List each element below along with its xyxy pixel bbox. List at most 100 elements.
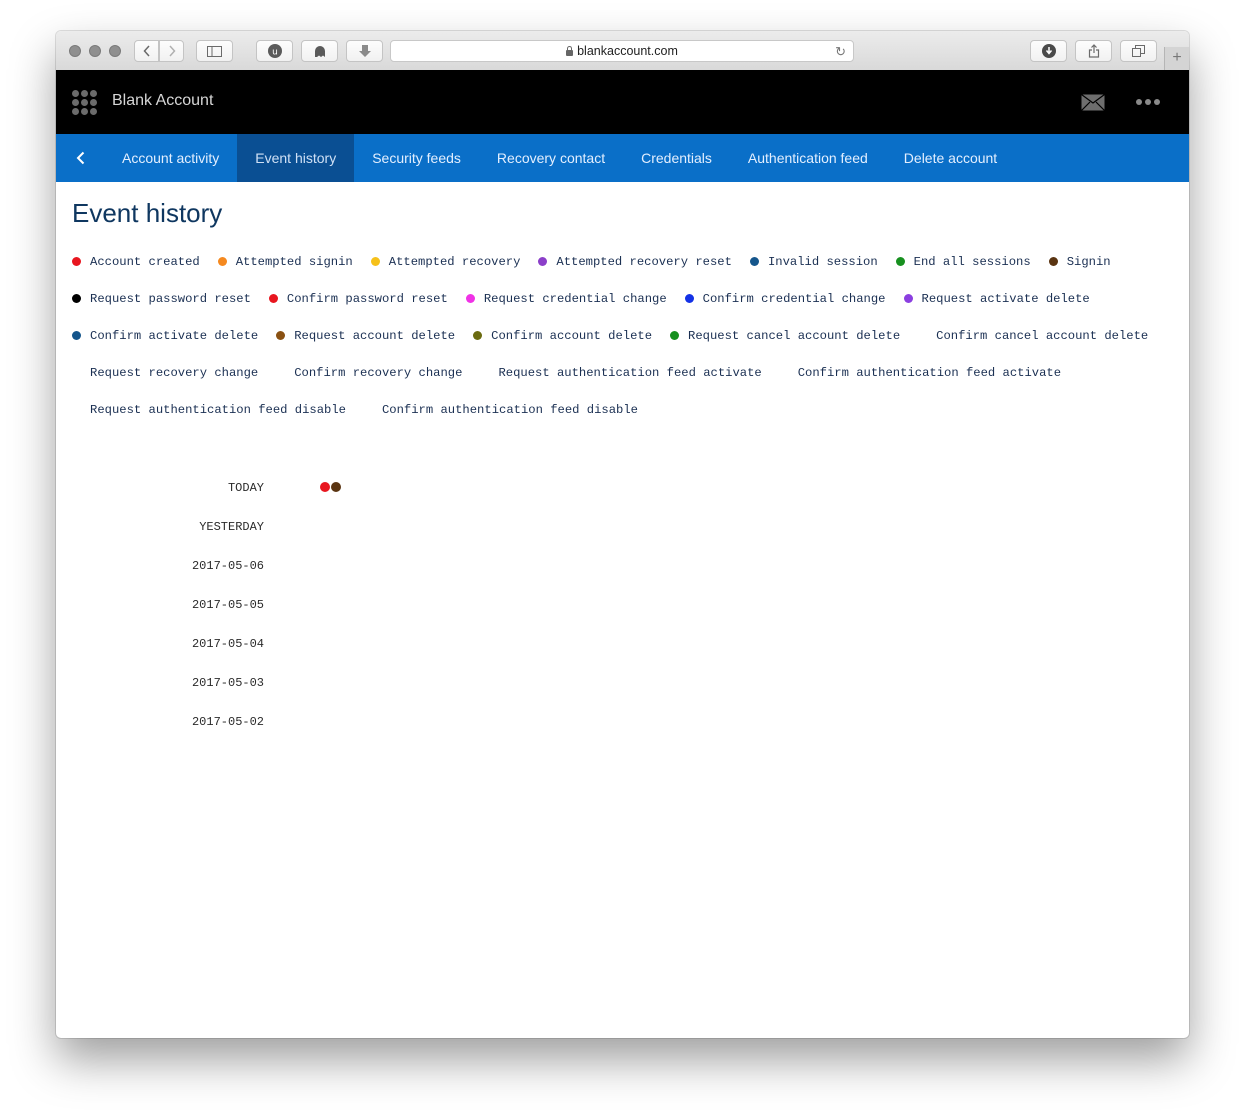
- tab-event-history[interactable]: Event history: [237, 134, 355, 182]
- legend-color-dot: [684, 294, 694, 303]
- legend-color-dot: [217, 257, 227, 266]
- timeline-row: YESTERDAY: [56, 511, 1189, 550]
- nav-back-button[interactable]: [56, 134, 104, 182]
- timeline-date-label: TODAY: [227, 481, 264, 495]
- event-timeline: TODAY YESTERDAY 2017-05-06 2017-05-05 2017-0…: [56, 472, 1189, 745]
- legend-color-dot: [749, 257, 759, 266]
- legend-item: Request credential change: [465, 291, 667, 306]
- legend-label: Confirm activate delete: [90, 328, 259, 343]
- legend-label: Attempted signin: [235, 254, 353, 269]
- forward-button[interactable]: [159, 40, 184, 62]
- legend-color-dot: [370, 257, 380, 266]
- tab-recovery-contact[interactable]: Recovery contact: [479, 134, 623, 182]
- tab-account-activity[interactable]: Account activity: [104, 134, 237, 182]
- legend-label: End all sessions: [913, 254, 1031, 269]
- timeline-row: 2017-05-03: [56, 667, 1189, 706]
- arrow-down-icon: [358, 45, 371, 57]
- back-button[interactable]: [134, 40, 159, 62]
- legend-item: Confirm password reset: [268, 291, 448, 306]
- ghostery-extension-button[interactable]: [301, 40, 338, 62]
- legend-label: Confirm authentication feed disable: [381, 402, 638, 417]
- legend-item: Request account delete: [276, 328, 455, 343]
- lock-icon: [566, 46, 574, 56]
- legend-item: Attempted signin: [217, 254, 353, 269]
- legend-color-dot: [903, 294, 913, 303]
- event-dot[interactable]: [320, 482, 330, 492]
- legend-row: Account created Attempted signin Attempted…: [72, 254, 1172, 291]
- legend-color-dot: [670, 331, 680, 340]
- timeline-row: 2017-05-05: [56, 589, 1189, 628]
- address-bar[interactable]: blankaccount.com ↻: [390, 40, 854, 62]
- legend-color-dot: [72, 368, 81, 377]
- timeline-date-label: 2017-05-06: [191, 559, 264, 573]
- legend-label: Confirm authentication feed activate: [797, 365, 1062, 380]
- legend-item: Attempted recovery: [370, 254, 521, 269]
- tabs-overview-button[interactable]: [1120, 40, 1157, 62]
- legend-row: Confirm activate delete Request account d…: [72, 328, 1172, 365]
- legend-label: Request credential change: [483, 291, 667, 306]
- legend-label: Request cancel account delete: [688, 328, 901, 343]
- legend-color-dot: [473, 331, 483, 340]
- tab-delete-account[interactable]: Delete account: [886, 134, 1015, 182]
- legend-label: Request authentication feed disable: [90, 402, 346, 417]
- share-button[interactable]: [1075, 40, 1112, 62]
- timeline-date-label: 2017-05-04: [191, 637, 264, 651]
- share-icon: [1088, 44, 1099, 58]
- legend-label: Attempted recovery reset: [556, 254, 732, 269]
- new-tab-button[interactable]: +: [1164, 47, 1189, 70]
- minimize-window-button[interactable]: [89, 45, 101, 57]
- legend-label: Confirm password reset: [286, 291, 448, 306]
- legend-item: Request authentication feed activate: [480, 365, 761, 380]
- ublock-extension-button[interactable]: u: [256, 40, 293, 62]
- legend-label: Confirm recovery change: [294, 365, 463, 380]
- legend-label: Confirm account delete: [491, 328, 653, 343]
- zoom-window-button[interactable]: [109, 45, 121, 57]
- tab-credentials[interactable]: Credentials: [623, 134, 730, 182]
- legend-item: Invalid session: [749, 254, 878, 269]
- legend-label: Confirm cancel account delete: [936, 328, 1149, 343]
- legend-label: Request recovery change: [90, 365, 259, 380]
- ghost-icon: [314, 45, 325, 57]
- timeline-date-label: YESTERDAY: [199, 520, 264, 534]
- sidebar-icon: [207, 45, 222, 57]
- legend-item: Request recovery change: [72, 365, 258, 380]
- tab-security-feeds[interactable]: Security feeds: [354, 134, 479, 182]
- legend-color-dot: [538, 257, 548, 266]
- legend-color-dot: [1048, 257, 1058, 266]
- page-title: Event history: [72, 198, 223, 228]
- legend-label: Invalid session: [767, 254, 878, 269]
- more-options-icon[interactable]: [1136, 99, 1160, 105]
- ublock-icon: u: [267, 44, 282, 58]
- timeline-row: TODAY: [56, 472, 1189, 511]
- close-window-button[interactable]: [69, 45, 81, 57]
- sidebar-button[interactable]: [196, 40, 233, 62]
- legend-label: Signin: [1066, 254, 1111, 269]
- timeline-date-label: 2017-05-02: [191, 715, 264, 729]
- event-legend: Account created Attempted signin Attempted…: [72, 254, 1172, 439]
- legend-color-dot: [72, 405, 81, 414]
- event-dot[interactable]: [331, 482, 341, 492]
- tab-authentication-feed[interactable]: Authentication feed: [730, 134, 886, 182]
- downloads-button[interactable]: [1030, 40, 1067, 62]
- legend-label: Request authentication feed activate: [498, 365, 762, 380]
- legend-row: Request authentication feed disable Confi…: [72, 402, 1172, 439]
- legend-color-dot: [465, 294, 475, 303]
- legend-row: Request password reset Confirm password r…: [72, 291, 1172, 328]
- download-extension-button[interactable]: [346, 40, 383, 62]
- legend-label: Attempted recovery: [388, 254, 521, 269]
- legend-color-dot: [780, 368, 789, 377]
- chevron-right-icon: [168, 45, 176, 57]
- timeline-row: 2017-05-04: [56, 628, 1189, 667]
- legend-item: Request password reset: [72, 291, 251, 306]
- legend-item: Confirm activate delete: [72, 328, 258, 343]
- reload-icon[interactable]: ↻: [835, 44, 846, 60]
- mail-icon[interactable]: [1081, 94, 1105, 111]
- browser-toolbar: u blankaccount.com ↻ +: [56, 31, 1189, 71]
- timeline-date-label: 2017-05-03: [191, 676, 264, 690]
- url-text: blankaccount.com: [577, 44, 678, 58]
- legend-color-dot: [72, 257, 81, 266]
- timeline-row: 2017-05-06: [56, 550, 1189, 589]
- legend-item: Confirm credential change: [684, 291, 886, 306]
- download-circle-icon: [1041, 44, 1056, 58]
- app-grid-icon[interactable]: [72, 90, 97, 115]
